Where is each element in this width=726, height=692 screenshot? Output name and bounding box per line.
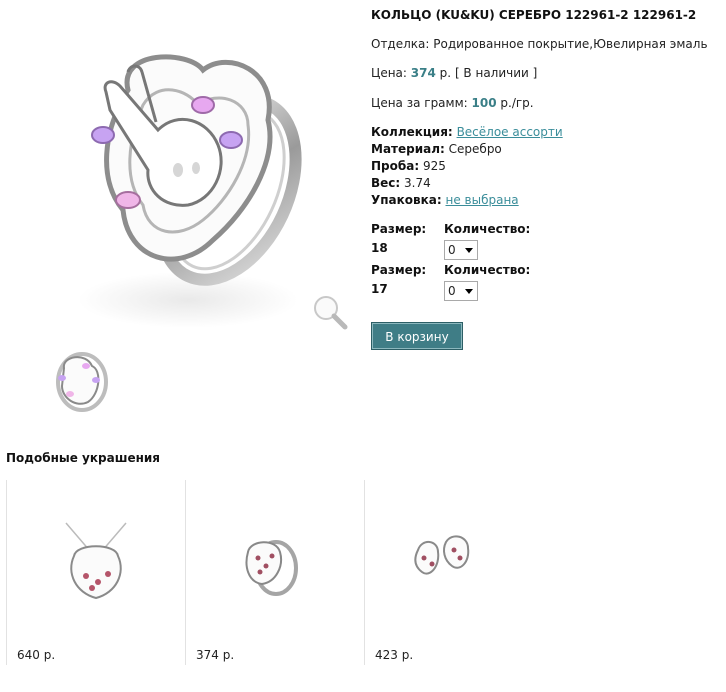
size-label: Размер:	[371, 263, 427, 277]
per-gram-value: 100	[471, 96, 497, 110]
per-gram-row: Цена за грамм: 100 р./гр.	[371, 96, 534, 110]
material-row: Материал: Серебро	[371, 142, 502, 156]
similar-item[interactable]: 374 р.	[185, 480, 363, 665]
similar-item-price: 374 р.	[196, 648, 235, 662]
weight-label: Вес:	[371, 176, 401, 190]
quantity-select[interactable]: 0	[444, 281, 478, 301]
price-row: Цена: 374 р. [ В наличии ]	[371, 66, 537, 80]
weight-row: Вес: 3.74	[371, 176, 431, 190]
stock-status: [ В наличии ]	[454, 66, 538, 80]
quantity-value: 0	[448, 243, 456, 257]
price-unit: р.	[439, 66, 452, 80]
package-link[interactable]: не выбрана	[446, 193, 519, 207]
collection-label: Коллекция:	[371, 125, 453, 139]
product-title: КОЛЬЦО (KU&KU) СЕРЕБРО 122961-2 122961-2	[371, 8, 697, 22]
similar-item-image[interactable]	[412, 532, 474, 588]
price-value: 374	[410, 66, 436, 80]
probe-row: Проба: 925	[371, 159, 446, 173]
size-value: 18	[371, 241, 388, 255]
similar-heading: Подобные украшения	[6, 451, 161, 465]
size-label: Размер:	[371, 222, 427, 236]
similar-item-price: 423 р.	[375, 648, 414, 662]
qty-label: Количество:	[444, 263, 531, 277]
divider	[364, 480, 365, 665]
per-gram-unit: р./гр.	[500, 96, 534, 110]
qty-label: Количество:	[444, 222, 531, 236]
chevron-down-icon	[465, 289, 473, 294]
size-value: 17	[371, 282, 388, 296]
finish-value: Родированное покрытие,Ювелирная эмаль	[433, 37, 708, 51]
package-label: Упаковка:	[371, 193, 442, 207]
finish-row: Отделка: Родированное покрытие,Ювелирная…	[371, 37, 708, 51]
add-to-cart-button[interactable]: В корзину	[371, 322, 463, 350]
material-label: Материал:	[371, 142, 445, 156]
collection-row: Коллекция: Весёлое ассорти	[371, 125, 563, 139]
similar-item[interactable]: 640 р.	[6, 480, 184, 665]
similar-item-image[interactable]	[240, 532, 302, 598]
material-value: Серебро	[448, 142, 502, 156]
quantity-select[interactable]: 0	[444, 240, 478, 260]
divider	[6, 480, 7, 665]
per-gram-label: Цена за грамм:	[371, 96, 468, 110]
collection-link[interactable]: Весёлое ассорти	[457, 125, 563, 139]
finish-label: Отделка:	[371, 37, 430, 51]
similar-item-price: 640 р.	[17, 648, 56, 662]
product-main-image[interactable]	[28, 10, 350, 330]
package-row: Упаковка: не выбрана	[371, 193, 519, 207]
weight-value: 3.74	[404, 176, 431, 190]
similar-item[interactable]: 423 р.	[364, 480, 542, 665]
magnifier-icon[interactable]	[314, 296, 348, 330]
divider	[185, 480, 186, 665]
quantity-value: 0	[448, 284, 456, 298]
probe-value: 925	[422, 159, 446, 173]
similar-item-image[interactable]	[56, 518, 136, 608]
chevron-down-icon	[465, 248, 473, 253]
price-label: Цена:	[371, 66, 407, 80]
product-thumbnail[interactable]	[46, 338, 114, 420]
probe-label: Проба:	[371, 159, 420, 173]
